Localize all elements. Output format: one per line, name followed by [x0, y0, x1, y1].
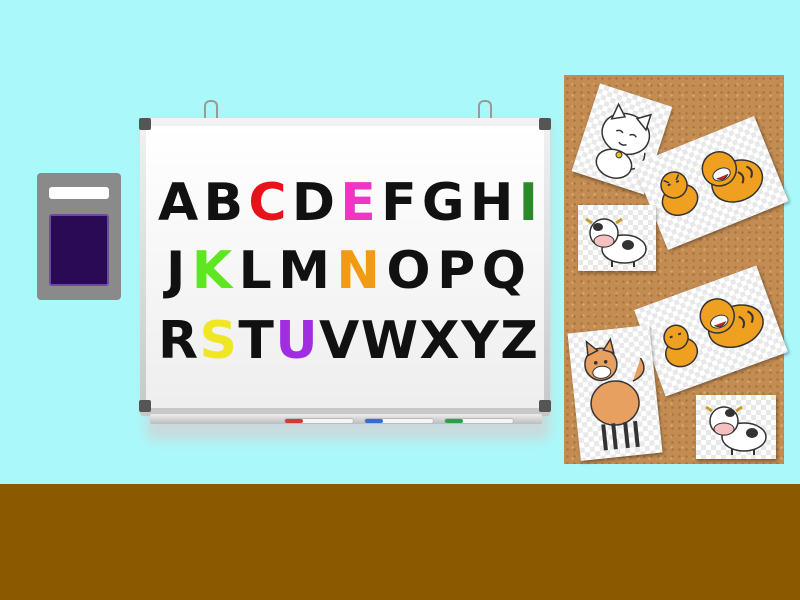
- letter-c[interactable]: C: [248, 170, 286, 236]
- letter-v[interactable]: V: [319, 308, 359, 374]
- floor: [0, 484, 800, 600]
- letter-s[interactable]: S: [200, 308, 237, 374]
- marker-cap: [445, 419, 463, 423]
- light-switch[interactable]: [37, 173, 121, 300]
- frame-corner: [139, 400, 151, 412]
- letter-n[interactable]: N: [336, 238, 380, 304]
- frame-corner: [139, 118, 151, 130]
- letter-b[interactable]: B: [204, 170, 244, 236]
- green-marker[interactable]: [444, 418, 514, 424]
- letter-j[interactable]: J: [166, 238, 185, 304]
- letter-r[interactable]: R: [158, 308, 198, 374]
- letter-z[interactable]: Z: [500, 308, 538, 374]
- letter-e[interactable]: E: [340, 170, 376, 236]
- cow-card-2[interactable]: [696, 395, 776, 459]
- letter-o[interactable]: O: [386, 238, 430, 304]
- hanger-hook-icon: [478, 100, 492, 120]
- light-switch-indicator: [49, 187, 109, 199]
- letter-a[interactable]: A: [158, 170, 198, 236]
- letter-y[interactable]: Y: [461, 308, 499, 374]
- alphabet-row-3: RSTUVWXYZ: [158, 308, 538, 374]
- tigers-card-2[interactable]: [634, 265, 788, 397]
- frame-corner: [539, 400, 551, 412]
- marker-cap: [285, 419, 303, 423]
- blue-marker[interactable]: [364, 418, 434, 424]
- letter-h[interactable]: H: [470, 170, 514, 236]
- marker-tray: [150, 414, 542, 424]
- shiba-dog-card[interactable]: [567, 325, 663, 461]
- letter-w[interactable]: W: [361, 308, 418, 374]
- letter-d[interactable]: D: [292, 170, 335, 236]
- letter-l[interactable]: L: [239, 238, 272, 304]
- frame-corner: [539, 118, 551, 130]
- letter-u[interactable]: U: [275, 308, 317, 374]
- tiger-icon: [663, 298, 764, 368]
- dog-icon: [584, 337, 645, 451]
- alphabet-row-2: JKLMNOPQ: [166, 238, 526, 304]
- cow-icon: [585, 217, 647, 267]
- alphabet-row-1: ABCDEFGHI: [158, 170, 538, 236]
- whiteboard[interactable]: ABCDEFGHI JKLMNOPQ RSTUVWXYZ: [136, 100, 556, 440]
- letter-f[interactable]: F: [381, 170, 417, 236]
- light-switch-panel[interactable]: [49, 214, 109, 286]
- letter-g[interactable]: G: [422, 170, 465, 236]
- letter-m[interactable]: M: [278, 238, 330, 304]
- cow-card-1[interactable]: [578, 205, 656, 271]
- marker-cap: [365, 419, 383, 423]
- letter-k[interactable]: K: [192, 238, 232, 304]
- letter-t[interactable]: T: [238, 308, 273, 374]
- hanger-hook-icon: [204, 100, 218, 120]
- letter-x[interactable]: X: [420, 308, 460, 374]
- cow-icon: [705, 405, 767, 455]
- letter-i[interactable]: I: [519, 170, 538, 236]
- letter-q[interactable]: Q: [482, 238, 526, 304]
- red-marker[interactable]: [284, 418, 354, 424]
- cork-board: [564, 75, 789, 464]
- letter-p[interactable]: P: [437, 238, 475, 304]
